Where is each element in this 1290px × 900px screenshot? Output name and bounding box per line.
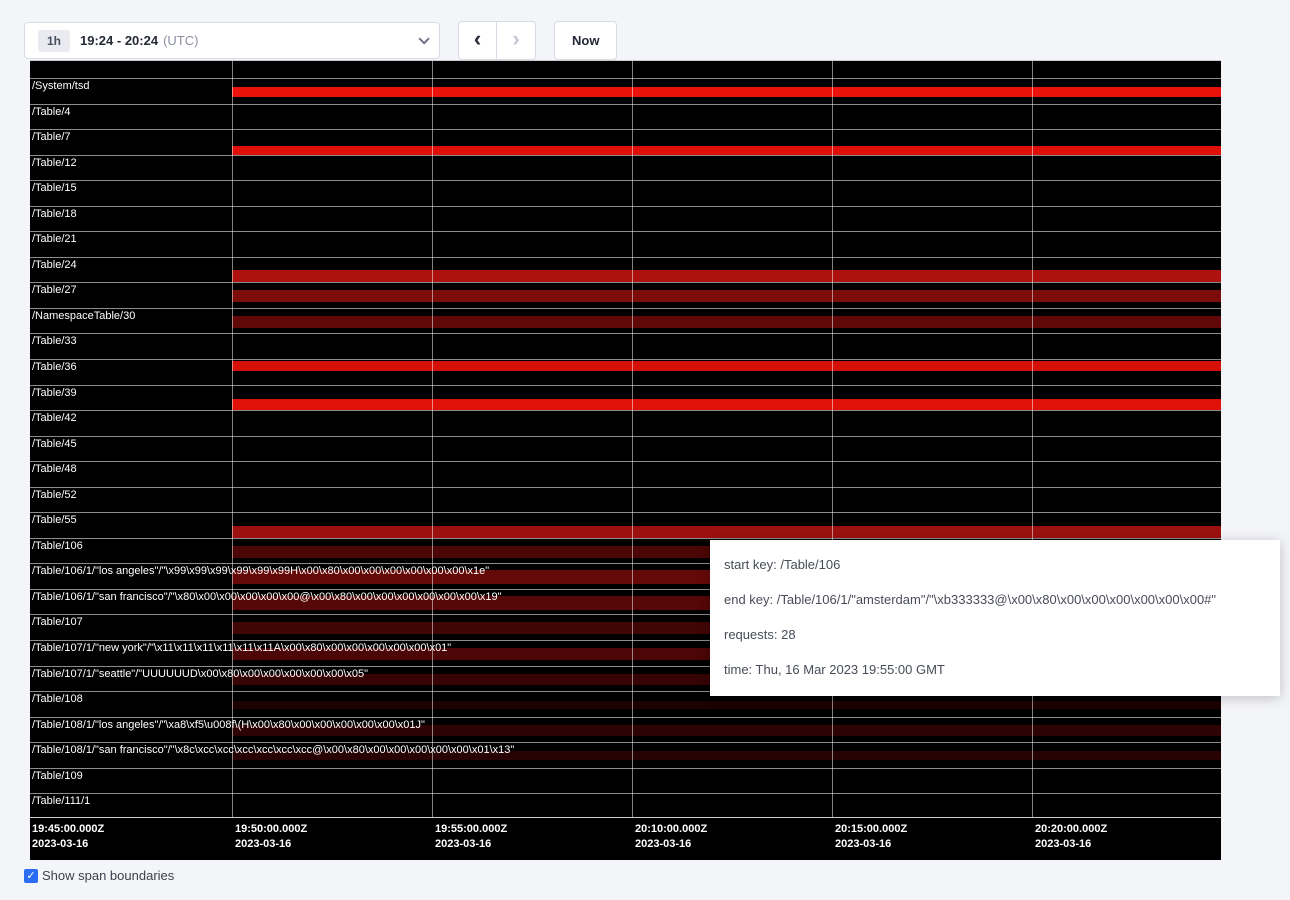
span-row[interactable]: /Table/15 <box>30 180 1221 206</box>
range-label: 19:24 - 20:24 <box>80 33 158 48</box>
heat-band[interactable] <box>232 361 1221 371</box>
time-tick-label: 19:55:00.000Z2023-03-16 <box>435 822 507 853</box>
next-button[interactable]: › <box>497 21 536 60</box>
span-label: /Table/21 <box>32 233 77 245</box>
span-label: /Table/106 <box>32 540 83 552</box>
span-row[interactable]: /Table/48 <box>30 461 1221 487</box>
heat-band[interactable] <box>232 526 1221 538</box>
span-row[interactable]: /Table/24 <box>30 257 1221 283</box>
span-row[interactable]: /NamespaceTable/30 <box>30 308 1221 334</box>
key-visualizer-page: 1h 19:24 - 20:24 (UTC) ‹ › Now /System/t… <box>0 0 1290 900</box>
span-row[interactable]: /Table/108/1/"san francisco"/"\x8c\xcc\x… <box>30 742 1221 768</box>
span-label: /Table/45 <box>32 438 77 450</box>
time-gridline <box>832 61 833 817</box>
span-row[interactable]: /Table/33 <box>30 333 1221 359</box>
span-label: /System/tsd <box>32 80 89 92</box>
time-gridline <box>432 61 433 817</box>
time-range-selector[interactable]: 1h 19:24 - 20:24 (UTC) <box>24 22 440 59</box>
span-label: /Table/42 <box>32 412 77 424</box>
span-label: /Table/24 <box>32 259 77 271</box>
span-row[interactable]: /Table/39 <box>30 385 1221 411</box>
span-row[interactable]: /Table/45 <box>30 436 1221 462</box>
span-label: /Table/48 <box>32 463 77 475</box>
span-label: /Table/27 <box>32 284 77 296</box>
span-row[interactable]: /Table/21 <box>30 231 1221 257</box>
heat-band[interactable] <box>232 270 1221 282</box>
span-label: /Table/36 <box>32 361 77 373</box>
span-label: /Table/106/1/"los angeles"/"\x99\x99\x99… <box>32 565 489 577</box>
span-label: /Table/52 <box>32 489 77 501</box>
span-row[interactable]: /Table/36 <box>30 359 1221 385</box>
prev-button[interactable]: ‹ <box>458 21 497 60</box>
chevron-left-icon: ‹ <box>474 28 481 50</box>
show-span-boundaries-checkbox[interactable]: ✓ <box>24 869 38 883</box>
key-visualizer-canvas[interactable]: /System/tsd/Table/4/Table/7/Table/12/Tab… <box>30 60 1221 860</box>
heatmap-plot[interactable]: /System/tsd/Table/4/Table/7/Table/12/Tab… <box>30 60 1221 818</box>
span-label: /Table/55 <box>32 514 77 526</box>
span-tooltip: start key: /Table/106 end key: /Table/10… <box>710 540 1280 696</box>
tooltip-end-key: end key: /Table/106/1/"amsterdam"/"\xb33… <box>710 582 1280 617</box>
tooltip-start-key: start key: /Table/106 <box>710 547 1280 582</box>
span-label: /Table/107/1/"seattle"/"UUUUUUD\x00\x80\… <box>32 668 368 680</box>
span-label: /NamespaceTable/30 <box>32 310 135 322</box>
span-label: /Table/107 <box>32 616 83 628</box>
span-row[interactable]: /Table/7 <box>30 129 1221 155</box>
time-gridline <box>232 61 233 817</box>
heat-band[interactable] <box>232 316 1221 328</box>
span-row[interactable]: /Table/18 <box>30 206 1221 232</box>
span-row[interactable]: /Table/27 <box>30 282 1221 308</box>
chevron-right-icon: › <box>512 28 519 50</box>
span-row[interactable]: /Table/4 <box>30 104 1221 130</box>
span-label: /Table/108/1/"san francisco"/"\x8c\xcc\x… <box>32 744 514 756</box>
now-button[interactable]: Now <box>554 21 617 60</box>
span-label: /Table/109 <box>32 770 83 782</box>
tooltip-time: time: Thu, 16 Mar 2023 19:55:00 GMT <box>710 652 1280 687</box>
heat-band[interactable] <box>232 701 1221 709</box>
span-label: /Table/18 <box>32 208 77 220</box>
time-tick-label: 20:15:00.000Z2023-03-16 <box>835 822 907 853</box>
span-label: /Table/107/1/"new york"/"\x11\x11\x11\x1… <box>32 642 451 654</box>
span-label: /Table/12 <box>32 157 77 169</box>
time-gridline <box>632 61 633 817</box>
span-label: /Table/4 <box>32 106 71 118</box>
span-row[interactable]: /Table/55 <box>30 512 1221 538</box>
heat-band[interactable] <box>232 146 1221 155</box>
span-row[interactable]: /Table/12 <box>30 155 1221 181</box>
time-axis: 19:45:00.000Z2023-03-16 19:50:00.000Z2023… <box>30 818 1221 860</box>
time-nav-group: ‹ › <box>458 21 536 60</box>
time-gridline <box>1032 61 1033 817</box>
heat-band[interactable] <box>232 399 1221 410</box>
span-row[interactable]: /Table/108/1/"los angeles"/"\xa8\xf5\u00… <box>30 717 1221 743</box>
heat-band[interactable] <box>232 87 1221 97</box>
heatmap-rows: /System/tsd/Table/4/Table/7/Table/12/Tab… <box>30 78 1221 818</box>
span-label: /Table/108/1/"los angeles"/"\xa8\xf5\u00… <box>32 719 425 731</box>
tooltip-requests: requests: 28 <box>710 617 1280 652</box>
show-span-boundaries-label: Show span boundaries <box>42 868 174 883</box>
time-tick-label: 19:50:00.000Z2023-03-16 <box>235 822 307 853</box>
span-label: /Table/39 <box>32 387 77 399</box>
span-row[interactable]: /System/tsd <box>30 78 1221 104</box>
toolbar: 1h 19:24 - 20:24 (UTC) ‹ › Now <box>24 21 617 60</box>
span-label: /Table/15 <box>32 182 77 194</box>
time-tick-label: 20:20:00.000Z2023-03-16 <box>1035 822 1107 853</box>
span-row[interactable]: /Table/52 <box>30 487 1221 513</box>
span-label: /Table/33 <box>32 335 77 347</box>
chevron-down-icon <box>418 33 429 44</box>
range-duration-badge: 1h <box>38 30 70 52</box>
span-label: /Table/7 <box>32 131 71 143</box>
time-tick-label: 20:10:00.000Z2023-03-16 <box>635 822 707 853</box>
footer: ✓ Show span boundaries <box>24 868 174 883</box>
span-row[interactable]: /Table/109 <box>30 768 1221 794</box>
span-label: /Table/108 <box>32 693 83 705</box>
span-row[interactable]: /Table/42 <box>30 410 1221 436</box>
heat-band[interactable] <box>232 290 1221 302</box>
time-tick-label: 19:45:00.000Z2023-03-16 <box>32 822 104 853</box>
span-row[interactable]: /Table/111/1 <box>30 793 1221 818</box>
range-timezone: (UTC) <box>163 33 198 48</box>
span-label: /Table/111/1 <box>32 795 90 807</box>
